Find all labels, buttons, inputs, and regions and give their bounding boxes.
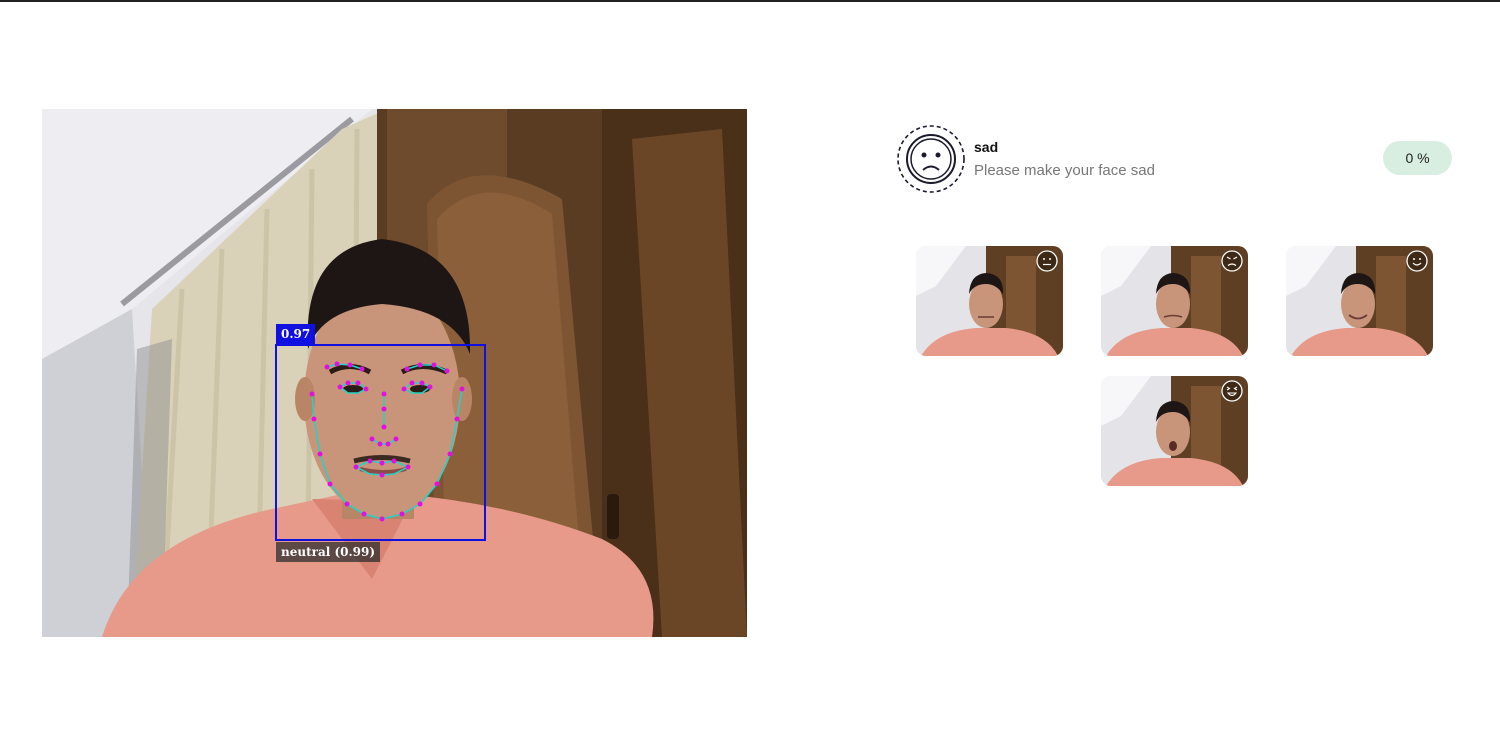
webcam-scene bbox=[42, 109, 747, 637]
happy-face-icon bbox=[1406, 250, 1428, 272]
angry-face-icon bbox=[1221, 250, 1243, 272]
capture-thumbnail-surprised[interactable] bbox=[1101, 376, 1248, 486]
sad-face-icon bbox=[897, 125, 965, 193]
expression-label: neutral (0.99) bbox=[276, 542, 381, 562]
webcam-feed: 0.97 neutral (0.99) bbox=[42, 109, 747, 637]
top-border bbox=[0, 0, 1500, 2]
capture-thumbnail-happy[interactable] bbox=[1286, 246, 1433, 356]
capture-thumbnail-neutral[interactable] bbox=[916, 246, 1063, 356]
task-instruction: Please make your face sad bbox=[974, 162, 1155, 179]
surprised-face-icon bbox=[1221, 380, 1243, 402]
task-title: sad bbox=[974, 139, 999, 155]
neutral-face-icon bbox=[1036, 250, 1058, 272]
progress-badge: 0 % bbox=[1383, 141, 1452, 175]
detection-score-label: 0.97 bbox=[276, 324, 316, 344]
capture-thumbnail-angry[interactable] bbox=[1101, 246, 1248, 356]
